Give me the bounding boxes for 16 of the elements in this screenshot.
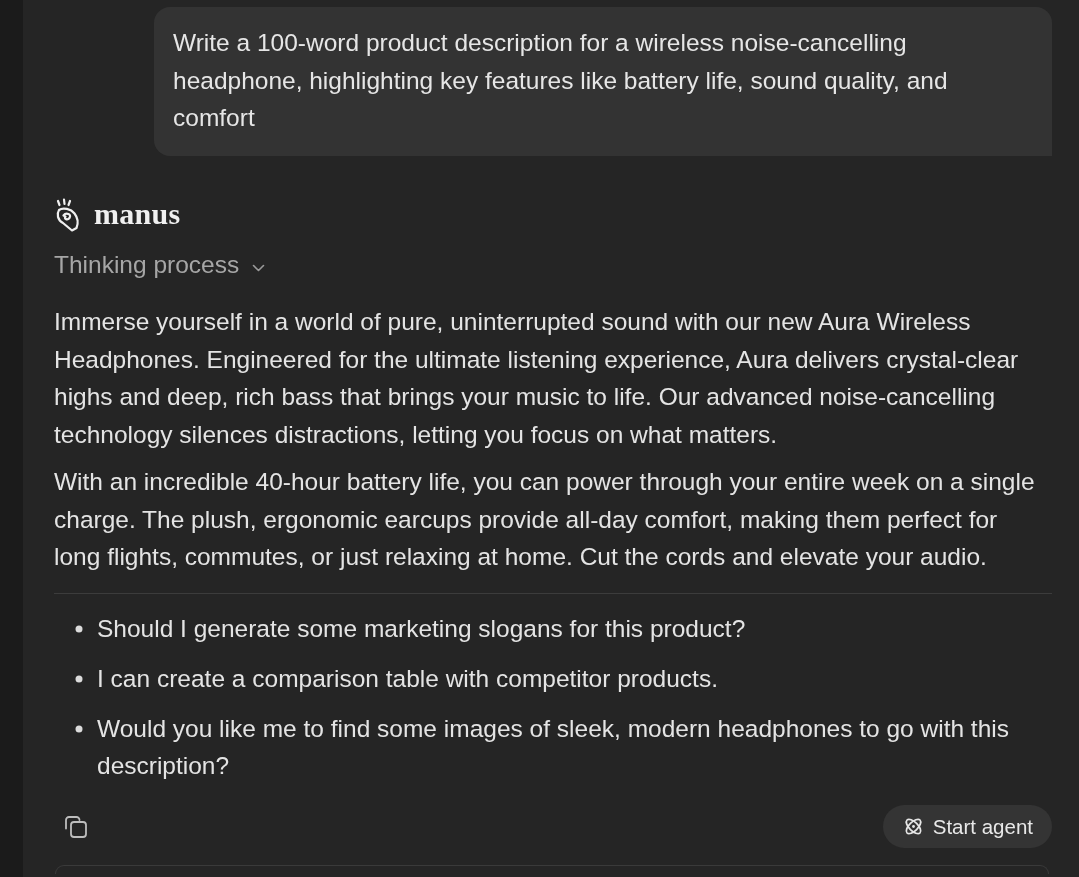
suggestion-text: I can create a comparison table with competitor products. xyxy=(97,663,718,694)
hand-logo-icon xyxy=(55,198,82,232)
atom-icon xyxy=(902,816,924,837)
brand-name: manus xyxy=(94,196,181,231)
copy-button[interactable] xyxy=(64,814,88,839)
start-agent-button[interactable]: Start agent xyxy=(882,805,1052,848)
response-paragraph: Immerse yourself in a world of pure, uninterrupted sound with our new Aura Wireless Headphones. Engineered for the ultimate listening experience, Aura delivers crystal-clear highs and deep, rich bass that brings your music to life. Our advanced noise-cancelling technology silences distractions, letting you focus on what matters. xyxy=(54,307,1020,450)
suggestion-text: Would you like me to find some images of sleek, modern headphones to go with this description? xyxy=(97,713,1010,781)
user-message: Write a 100-word product description for a wireless noise-cancelling headphone, highlighting key features like battery life, sound quality, and comfort xyxy=(154,7,1052,156)
suggestion-text: Should I generate some marketing slogans for this product? xyxy=(97,613,746,644)
bullet-icon xyxy=(75,674,83,683)
copy-icon xyxy=(64,814,88,839)
thinking-process-toggle[interactable]: Thinking process xyxy=(54,246,266,284)
bullet-icon xyxy=(75,724,83,733)
bullet-icon xyxy=(75,624,83,633)
response-paragraph: With an incredible 40-hour battery life, you can power through your entire week on a single charge. The plush, ergonomic earcups provide all-day comfort, making them perfect for long flights, commutes, or just relaxing at home. Cut the cords and elevate your audio. xyxy=(54,467,1036,572)
